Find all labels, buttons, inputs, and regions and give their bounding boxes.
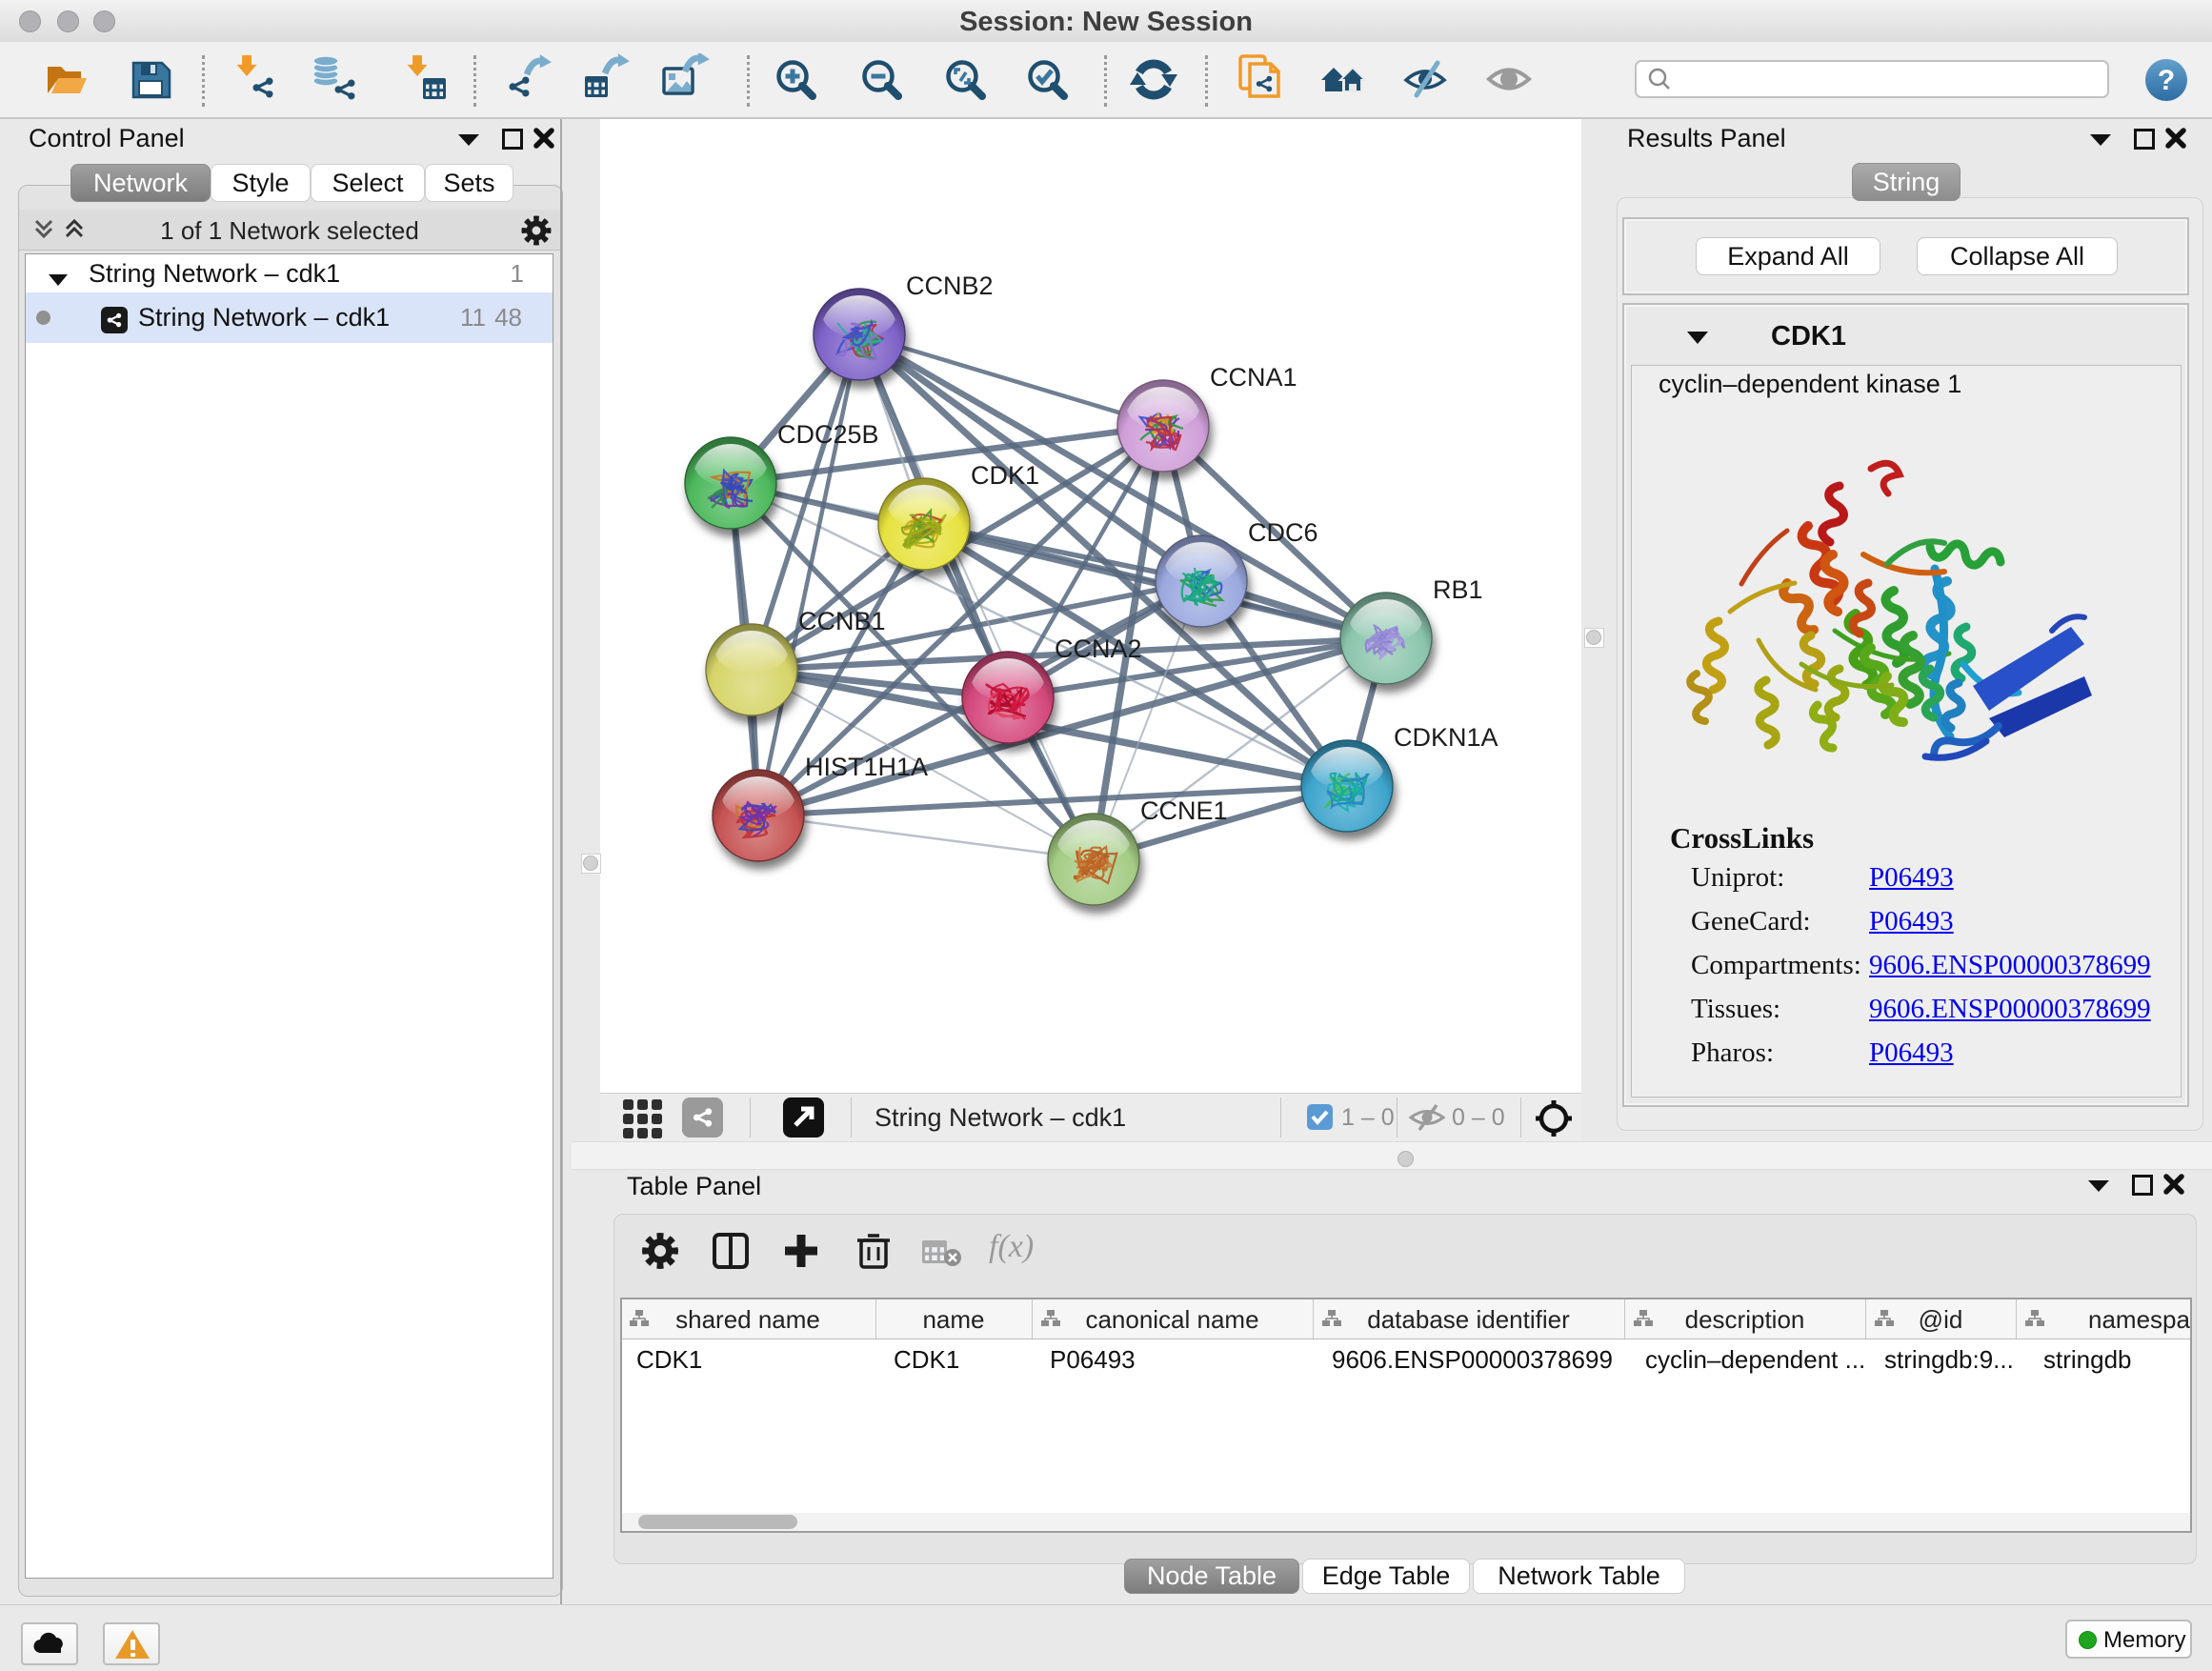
svg-text:CDK1: CDK1 <box>971 461 1039 490</box>
svg-text:CDKN1A: CDKN1A <box>1394 723 1498 752</box>
svg-text:HIST1H1A: HIST1H1A <box>805 753 928 781</box>
svg-text:CCNE1: CCNE1 <box>1140 796 1228 825</box>
svg-text:CCNB2: CCNB2 <box>906 272 994 300</box>
svg-text:CDC25B: CDC25B <box>777 420 879 449</box>
svg-text:CCNB1: CCNB1 <box>798 607 886 635</box>
svg-text:?: ? <box>2158 65 2175 96</box>
svg-text:RB1: RB1 <box>1433 575 1483 604</box>
svg-text:CDC6: CDC6 <box>1248 518 1318 547</box>
svg-text:CCNA2: CCNA2 <box>1055 634 1142 663</box>
svg-text:CCNA1: CCNA1 <box>1210 363 1297 392</box>
